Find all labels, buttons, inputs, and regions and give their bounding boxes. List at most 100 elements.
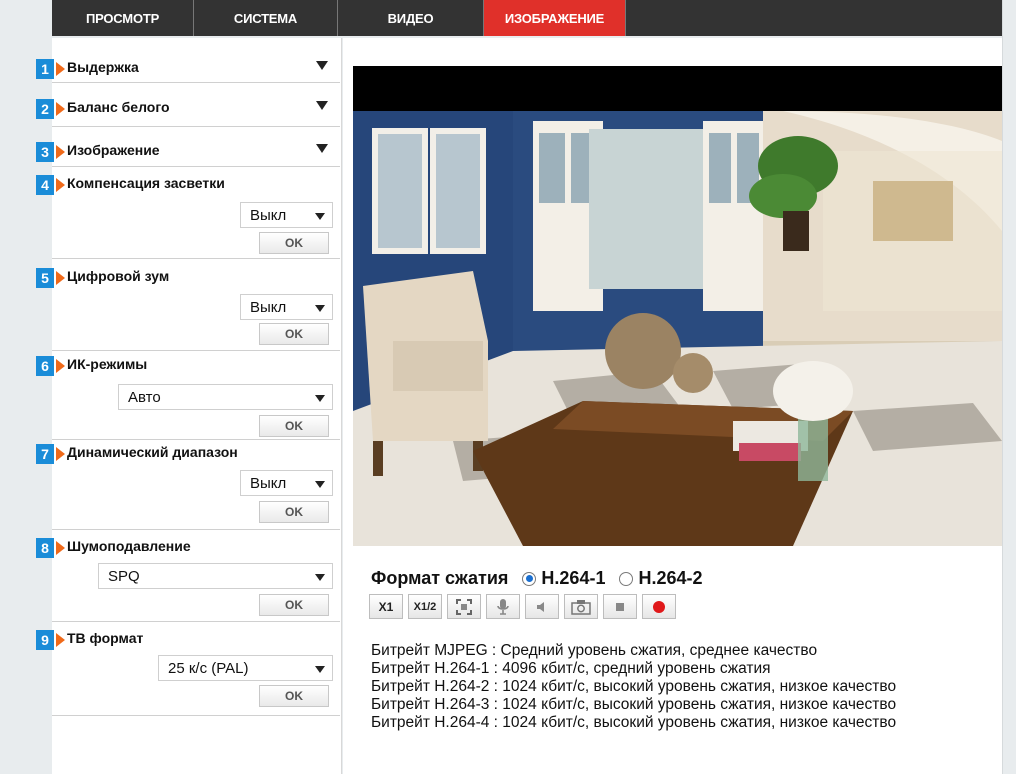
pointer-arrow-icon xyxy=(56,62,65,76)
ir-mode-ok-button[interactable]: OK xyxy=(259,415,329,437)
tab-system[interactable]: СИСТЕМА xyxy=(194,0,338,36)
tv-format-ok-button[interactable]: OK xyxy=(259,685,329,707)
dynamic-range-ok-button[interactable]: OK xyxy=(259,501,329,523)
pointer-arrow-icon xyxy=(56,271,65,285)
compression-format-label: Формат сжатия xyxy=(371,568,509,588)
stop-button[interactable] xyxy=(603,594,637,619)
section-label: Цифровой зум xyxy=(67,268,170,284)
digital-zoom-select[interactable]: Выкл xyxy=(240,294,333,320)
step-number: 3 xyxy=(36,142,54,162)
radio-h264-2[interactable] xyxy=(619,571,634,586)
dropdown-caret-icon xyxy=(315,481,325,488)
step-badge: 7 xyxy=(36,444,65,464)
tab-view[interactable]: ПРОСМОТР xyxy=(52,0,194,36)
section-label: Выдержка xyxy=(67,59,139,75)
dropdown-caret-icon xyxy=(315,395,325,402)
app-frame: ПРОСМОТР СИСТЕМА ВИДЕО ИЗОБРАЖЕНИЕ 1 Выд… xyxy=(0,0,1016,774)
noise-reduction-ok-button[interactable]: OK xyxy=(259,594,329,616)
speaker-button[interactable] xyxy=(525,594,559,619)
section-exposure[interactable]: 1 Выдержка xyxy=(36,38,340,83)
camera-preview-illustration xyxy=(353,111,1002,546)
settings-sidebar: 1 Выдержка 2 Баланс белого 3 Изображение… xyxy=(36,38,342,774)
radio-h264-2-label[interactable]: H.264-2 xyxy=(638,568,702,589)
tv-format-value: 25 к/с (PAL) xyxy=(168,659,249,677)
ir-mode-select[interactable]: Авто xyxy=(118,384,333,410)
dynamic-range-select[interactable]: Выкл xyxy=(240,470,333,496)
section-label: Шумоподавление xyxy=(67,538,191,554)
expand-arrow-icon[interactable] xyxy=(316,101,328,110)
radio-h264-1-label[interactable]: H.264-1 xyxy=(541,568,605,589)
top-navigation: ПРОСМОТР СИСТЕМА ВИДЕО ИЗОБРАЖЕНИЕ xyxy=(52,0,1002,36)
dropdown-caret-icon xyxy=(315,574,325,581)
step-number: 5 xyxy=(36,268,54,288)
step-badge: 4 xyxy=(36,175,65,195)
tab-video[interactable]: ВИДЕО xyxy=(338,0,484,36)
stop-icon xyxy=(616,602,624,611)
noise-reduction-value: SPQ xyxy=(108,567,140,585)
pointer-arrow-icon xyxy=(56,145,65,159)
camera-icon xyxy=(571,599,591,615)
pointer-arrow-icon xyxy=(56,633,65,647)
dynamic-range-value: Выкл xyxy=(250,474,287,492)
section-label: Компенсация засветки xyxy=(67,175,225,191)
backlight-select[interactable]: Выкл xyxy=(240,202,333,228)
step-badge: 5 xyxy=(36,268,65,288)
dropdown-caret-icon xyxy=(315,213,325,220)
bitrate-h264-4: Битрейт H.264-4 : 1024 кбит/с, высокий у… xyxy=(371,714,897,731)
microphone-button[interactable] xyxy=(486,594,520,619)
compression-format-row: Формат сжатия H.264-1 H.264-2 xyxy=(371,568,703,589)
radio-h264-1[interactable] xyxy=(522,571,537,586)
section-label: ТВ формат xyxy=(67,630,144,646)
section-image[interactable]: 3 Изображение xyxy=(36,127,340,167)
zoom-x1-button[interactable]: X1 xyxy=(369,594,403,619)
noise-reduction-select[interactable]: SPQ xyxy=(98,563,333,589)
viewer-controls: X1 X1/2 xyxy=(369,594,681,619)
step-badge: 8 xyxy=(36,538,65,558)
main-viewer: Формат сжатия H.264-1 H.264-2 X1 X1/2 Би… xyxy=(343,38,1002,774)
section-dynamic-range: 7 Динамический диапазон Выкл OK xyxy=(36,440,340,530)
bitrate-h264-3: Битрейт H.264-3 : 1024 кбит/с, высокий у… xyxy=(371,696,897,713)
section-label: Изображение xyxy=(67,142,160,158)
tab-image[interactable]: ИЗОБРАЖЕНИЕ xyxy=(484,0,626,36)
section-dynamic-range-title: 7 Динамический диапазон xyxy=(36,444,238,464)
digital-zoom-value: Выкл xyxy=(250,298,287,316)
section-noise-reduction-title: 8 Шумоподавление xyxy=(36,538,191,558)
expand-arrow-icon[interactable] xyxy=(316,144,328,153)
section-white-balance[interactable]: 2 Баланс белого xyxy=(36,83,340,127)
pointer-arrow-icon xyxy=(56,447,65,461)
step-number: 9 xyxy=(36,630,54,650)
video-top-bar xyxy=(353,66,1002,111)
microphone-icon xyxy=(497,598,509,615)
section-noise-reduction: 8 Шумоподавление SPQ OK xyxy=(36,530,340,622)
tv-format-select[interactable]: 25 к/с (PAL) xyxy=(158,655,333,681)
pointer-arrow-icon xyxy=(56,359,65,373)
step-number: 6 xyxy=(36,356,54,376)
section-white-balance-title: 2 Баланс белого xyxy=(36,99,170,119)
step-badge: 1 xyxy=(36,59,65,79)
camera-preview[interactable] xyxy=(353,111,1002,546)
snapshot-button[interactable] xyxy=(564,594,598,619)
zoom-half-button[interactable]: X1/2 xyxy=(408,594,442,619)
fullscreen-button[interactable] xyxy=(447,594,481,619)
step-badge: 9 xyxy=(36,630,65,650)
expand-arrow-icon[interactable] xyxy=(316,61,328,70)
step-number: 2 xyxy=(36,99,54,119)
section-ir-modes: 6 ИК-режимы Авто OK xyxy=(36,351,340,440)
record-button[interactable] xyxy=(642,594,676,619)
digital-zoom-ok-button[interactable]: OK xyxy=(259,323,329,345)
step-number: 7 xyxy=(36,444,54,464)
step-badge: 6 xyxy=(36,356,65,376)
backlight-ok-button[interactable]: OK xyxy=(259,232,329,254)
section-backlight-title: 4 Компенсация засветки xyxy=(36,175,225,195)
section-backlight-compensation: 4 Компенсация засветки Выкл OK xyxy=(36,167,340,259)
section-image-title: 3 Изображение xyxy=(36,142,160,162)
section-label: ИК-режимы xyxy=(67,356,148,372)
pointer-arrow-icon xyxy=(56,102,65,116)
bitrate-mjpeg: Битрейт MJPEG : Средний уровень сжатия, … xyxy=(371,642,818,659)
bitrate-h264-1: Битрейт H.264-1 : 4096 кбит/с, средний у… xyxy=(371,660,771,677)
section-tv-format: 9 ТВ формат 25 к/с (PAL) OK xyxy=(36,622,340,716)
step-number: 8 xyxy=(36,538,54,558)
bitrate-h264-2: Битрейт H.264-2 : 1024 кбит/с, высокий у… xyxy=(371,678,897,695)
ir-mode-value: Авто xyxy=(128,388,161,406)
right-gutter xyxy=(1002,0,1016,774)
